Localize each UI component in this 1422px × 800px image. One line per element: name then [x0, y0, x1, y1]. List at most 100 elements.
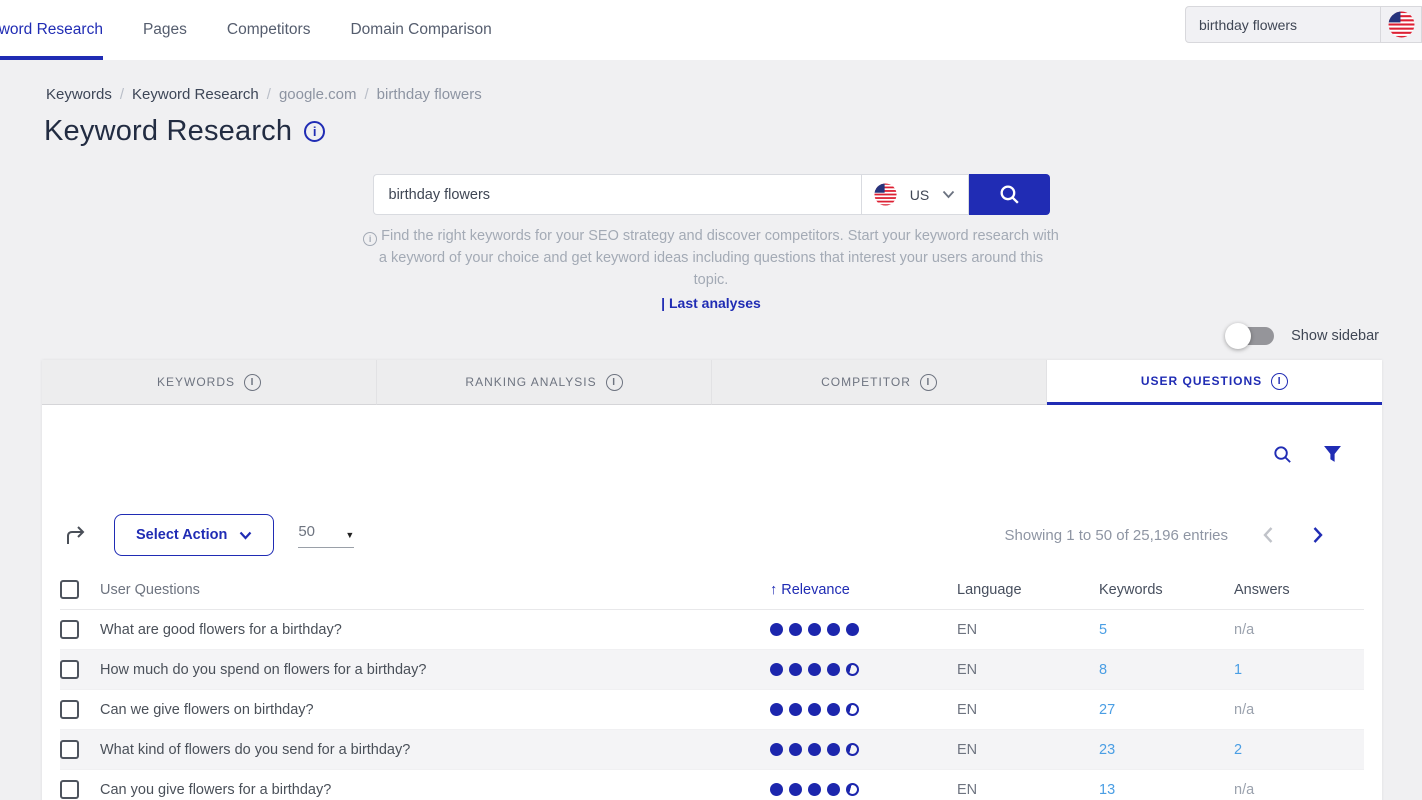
row-checkbox[interactable] [60, 660, 79, 679]
search-button[interactable] [969, 174, 1050, 215]
top-navigation: Keyword Research Pages Competitors Domai… [0, 0, 1422, 60]
filter-icon[interactable] [1323, 445, 1342, 464]
keyword-search-box: birthday flowers US [373, 174, 1050, 215]
relevance-dot [808, 663, 821, 676]
relevance-dots [770, 623, 957, 636]
keywords-count-link[interactable]: 13 [1099, 782, 1234, 798]
relevance-dot [827, 783, 840, 796]
relevance-dot [827, 623, 840, 636]
col-keywords[interactable]: Keywords [1099, 582, 1234, 598]
page-size-select[interactable]: 50▼ [298, 523, 354, 548]
table-row: How much do you spend on flowers for a b… [60, 650, 1364, 690]
tab-competitor[interactable]: Competitor [712, 360, 1047, 405]
breadcrumb-domain[interactable]: google.com [279, 86, 357, 103]
col-relevance[interactable]: ↑Relevance [770, 582, 957, 598]
us-flag-icon [874, 183, 897, 206]
user-question-text: What are good flowers for a birthday? [100, 622, 770, 638]
user-question-text: How much do you spend on flowers for a b… [100, 662, 770, 678]
tab-ranking-analysis[interactable]: Ranking Analysis [377, 360, 712, 405]
keywords-count-link[interactable]: 5 [1099, 622, 1234, 638]
relevance-dot [770, 703, 783, 716]
user-questions-table: User Questions ↑Relevance Language Keywo… [60, 570, 1364, 800]
table-search-icon[interactable] [1272, 444, 1293, 465]
select-action-button[interactable]: Select Action [114, 514, 274, 556]
country-code-label: US [910, 187, 929, 203]
top-search-bar: birthday flowers [1185, 6, 1422, 43]
breadcrumb-separator: / [267, 86, 271, 103]
info-icon[interactable] [244, 374, 261, 391]
col-answers[interactable]: Answers [1234, 582, 1364, 598]
language-value: EN [957, 782, 1099, 798]
relevance-dot [846, 783, 859, 796]
language-value: EN [957, 622, 1099, 638]
row-checkbox[interactable] [60, 620, 79, 639]
tab-content: Select Action 50▼ Showing 1 to 50 of 25,… [42, 439, 1382, 800]
info-icon[interactable] [920, 374, 937, 391]
tab-keywords[interactable]: Keywords [42, 360, 377, 405]
last-analyses-link[interactable]: | Last analyses [0, 295, 1422, 311]
title-info-icon[interactable] [304, 121, 325, 142]
next-page-icon[interactable] [1312, 526, 1324, 544]
user-question-text: Can you give flowers for a birthday? [100, 782, 770, 798]
language-value: EN [957, 702, 1099, 718]
nav-item-pages[interactable]: Pages [143, 0, 187, 60]
answers-count[interactable]: 1 [1234, 662, 1364, 678]
country-select[interactable]: US [861, 174, 969, 215]
prev-page-icon[interactable] [1262, 526, 1274, 544]
results-tabbar: Keywords Ranking Analysis Competitor Use… [42, 360, 1382, 405]
relevance-dot [846, 703, 859, 716]
pagination: Showing 1 to 50 of 25,196 entries [1005, 526, 1365, 544]
page-title: Keyword Research [44, 115, 292, 148]
answers-count: n/a [1234, 622, 1364, 638]
info-icon[interactable] [1271, 373, 1288, 390]
keywords-count-link[interactable]: 23 [1099, 742, 1234, 758]
row-checkbox[interactable] [60, 780, 79, 799]
breadcrumb-keyword-research[interactable]: Keyword Research [132, 86, 259, 103]
row-checkbox[interactable] [60, 700, 79, 719]
chevron-down-icon [239, 531, 252, 540]
col-user-questions[interactable]: User Questions [100, 582, 770, 598]
relevance-dot [789, 743, 802, 756]
breadcrumb-keyword: birthday flowers [377, 86, 482, 103]
relevance-dot [808, 743, 821, 756]
keywords-count-link[interactable]: 8 [1099, 662, 1234, 678]
search-description: Find the right keywords for your SEO str… [361, 225, 1061, 291]
keywords-count-link[interactable]: 27 [1099, 702, 1234, 718]
relevance-dot [789, 703, 802, 716]
relevance-dots [770, 783, 957, 796]
relevance-dot [808, 783, 821, 796]
results-card: Keywords Ranking Analysis Competitor Use… [42, 360, 1382, 800]
user-question-text: Can we give flowers on birthday? [100, 702, 770, 718]
answers-count[interactable]: 2 [1234, 742, 1364, 758]
select-all-checkbox[interactable] [60, 580, 79, 599]
us-flag-icon[interactable] [1381, 11, 1421, 38]
relevance-dot [846, 623, 859, 636]
relevance-dot [789, 783, 802, 796]
row-checkbox[interactable] [60, 740, 79, 759]
export-icon[interactable] [64, 523, 88, 547]
table-header-row: User Questions ↑Relevance Language Keywo… [60, 570, 1364, 610]
relevance-dot [770, 743, 783, 756]
language-value: EN [957, 662, 1099, 678]
breadcrumb: Keywords/Keyword Research/google.com/bir… [46, 86, 1422, 103]
relevance-dot [827, 703, 840, 716]
info-icon[interactable] [606, 374, 623, 391]
nav-item-competitors[interactable]: Competitors [227, 0, 311, 60]
sort-asc-icon: ↑ [770, 582, 777, 598]
search-icon [998, 183, 1021, 206]
relevance-dot [808, 623, 821, 636]
nav-item-keyword-research[interactable]: Keyword Research [0, 0, 103, 60]
relevance-dots [770, 743, 957, 756]
breadcrumb-keywords[interactable]: Keywords [46, 86, 112, 103]
nav-item-domain-comparison[interactable]: Domain Comparison [350, 0, 491, 60]
keyword-input[interactable]: birthday flowers [373, 174, 861, 215]
col-language[interactable]: Language [957, 582, 1099, 598]
info-icon [363, 232, 377, 246]
tab-user-questions[interactable]: User Questions [1047, 360, 1382, 405]
table-row: Can we give flowers on birthday? EN 27 n… [60, 690, 1364, 730]
table-body: What are good flowers for a birthday? EN… [60, 610, 1364, 800]
table-tools [60, 439, 1364, 469]
top-search-input[interactable]: birthday flowers [1186, 17, 1380, 33]
relevance-dot [770, 623, 783, 636]
show-sidebar-toggle[interactable] [1228, 327, 1274, 345]
